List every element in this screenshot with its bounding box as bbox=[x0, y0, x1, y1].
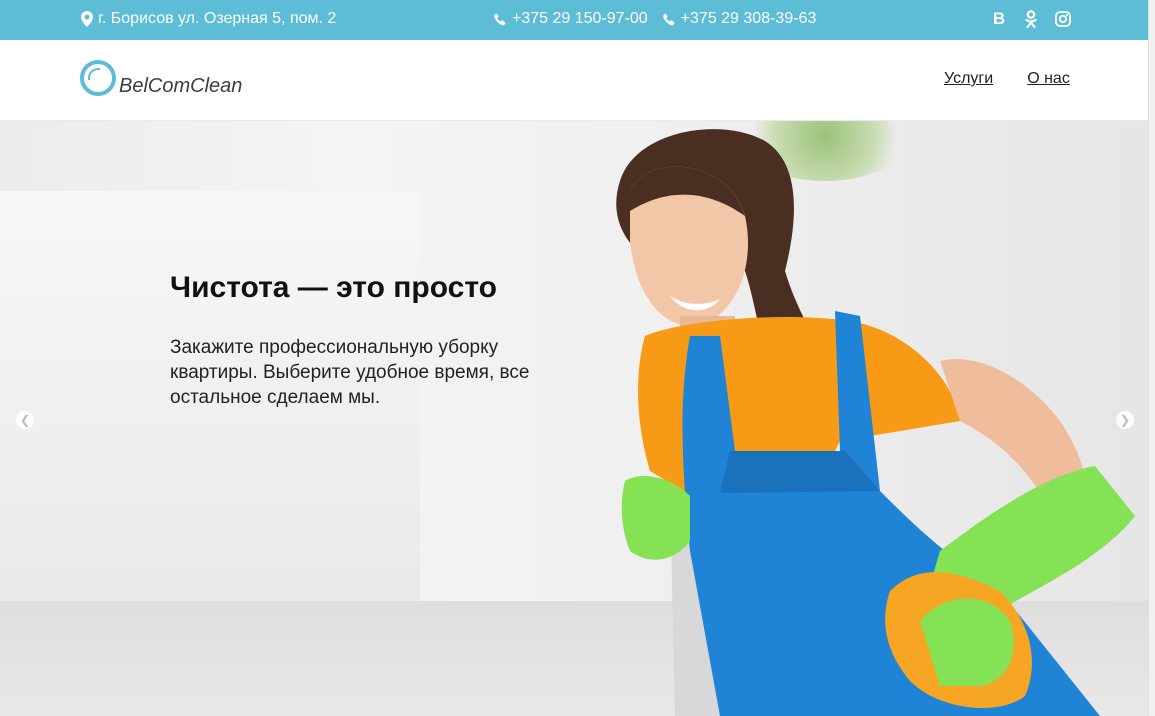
logo-ring-icon bbox=[80, 60, 116, 96]
social-links: В bbox=[990, 9, 1072, 29]
vk-icon[interactable]: В bbox=[990, 9, 1008, 29]
map-pin-icon bbox=[80, 11, 94, 27]
logo[interactable]: BelComClean bbox=[80, 60, 243, 97]
scrollbar[interactable] bbox=[1148, 0, 1155, 716]
phone-icon bbox=[493, 11, 507, 27]
nav-link-services[interactable]: Услуги bbox=[944, 70, 993, 88]
address: г. Борисов ул. Озерная 5, пом. 2 bbox=[80, 10, 336, 28]
logo-text: BelComClean bbox=[119, 75, 243, 97]
ok-icon[interactable] bbox=[1022, 9, 1040, 29]
address-text: г. Борисов ул. Озерная 5, пом. 2 bbox=[98, 10, 337, 27]
hero-slider: Чистота — это просто Закажите профессион… bbox=[0, 121, 1148, 716]
site-header: BelComClean Услуги О нас bbox=[0, 40, 1148, 121]
phone-2-text: +375 29 308-39-63 bbox=[680, 10, 817, 27]
phone-2[interactable]: +375 29 308-39-63 bbox=[662, 10, 817, 28]
main-nav: Услуги О нас bbox=[944, 70, 1070, 88]
phones: +375 29 150-97-00 +375 29 308-39-63 bbox=[493, 10, 816, 28]
phone-1[interactable]: +375 29 150-97-00 bbox=[493, 10, 648, 28]
phone-icon bbox=[662, 11, 676, 27]
slider-next-arrow-icon[interactable]: ❯ bbox=[1116, 411, 1134, 429]
phone-1-text: +375 29 150-97-00 bbox=[512, 10, 648, 27]
slider-prev-arrow-icon[interactable]: ❮ bbox=[16, 411, 34, 429]
hero-title: Чистота — это просто bbox=[170, 271, 497, 304]
hero-cleaner-image bbox=[616, 129, 1135, 716]
page: г. Борисов ул. Озерная 5, пом. 2 +375 29… bbox=[0, 0, 1155, 716]
hero-lead-text: Закажите профессиональную уборку квартир… bbox=[170, 337, 530, 408]
instagram-icon[interactable] bbox=[1054, 9, 1072, 29]
nav-link-about[interactable]: О нас bbox=[1027, 70, 1070, 88]
top-info-bar: г. Борисов ул. Озерная 5, пом. 2 +375 29… bbox=[0, 0, 1148, 40]
